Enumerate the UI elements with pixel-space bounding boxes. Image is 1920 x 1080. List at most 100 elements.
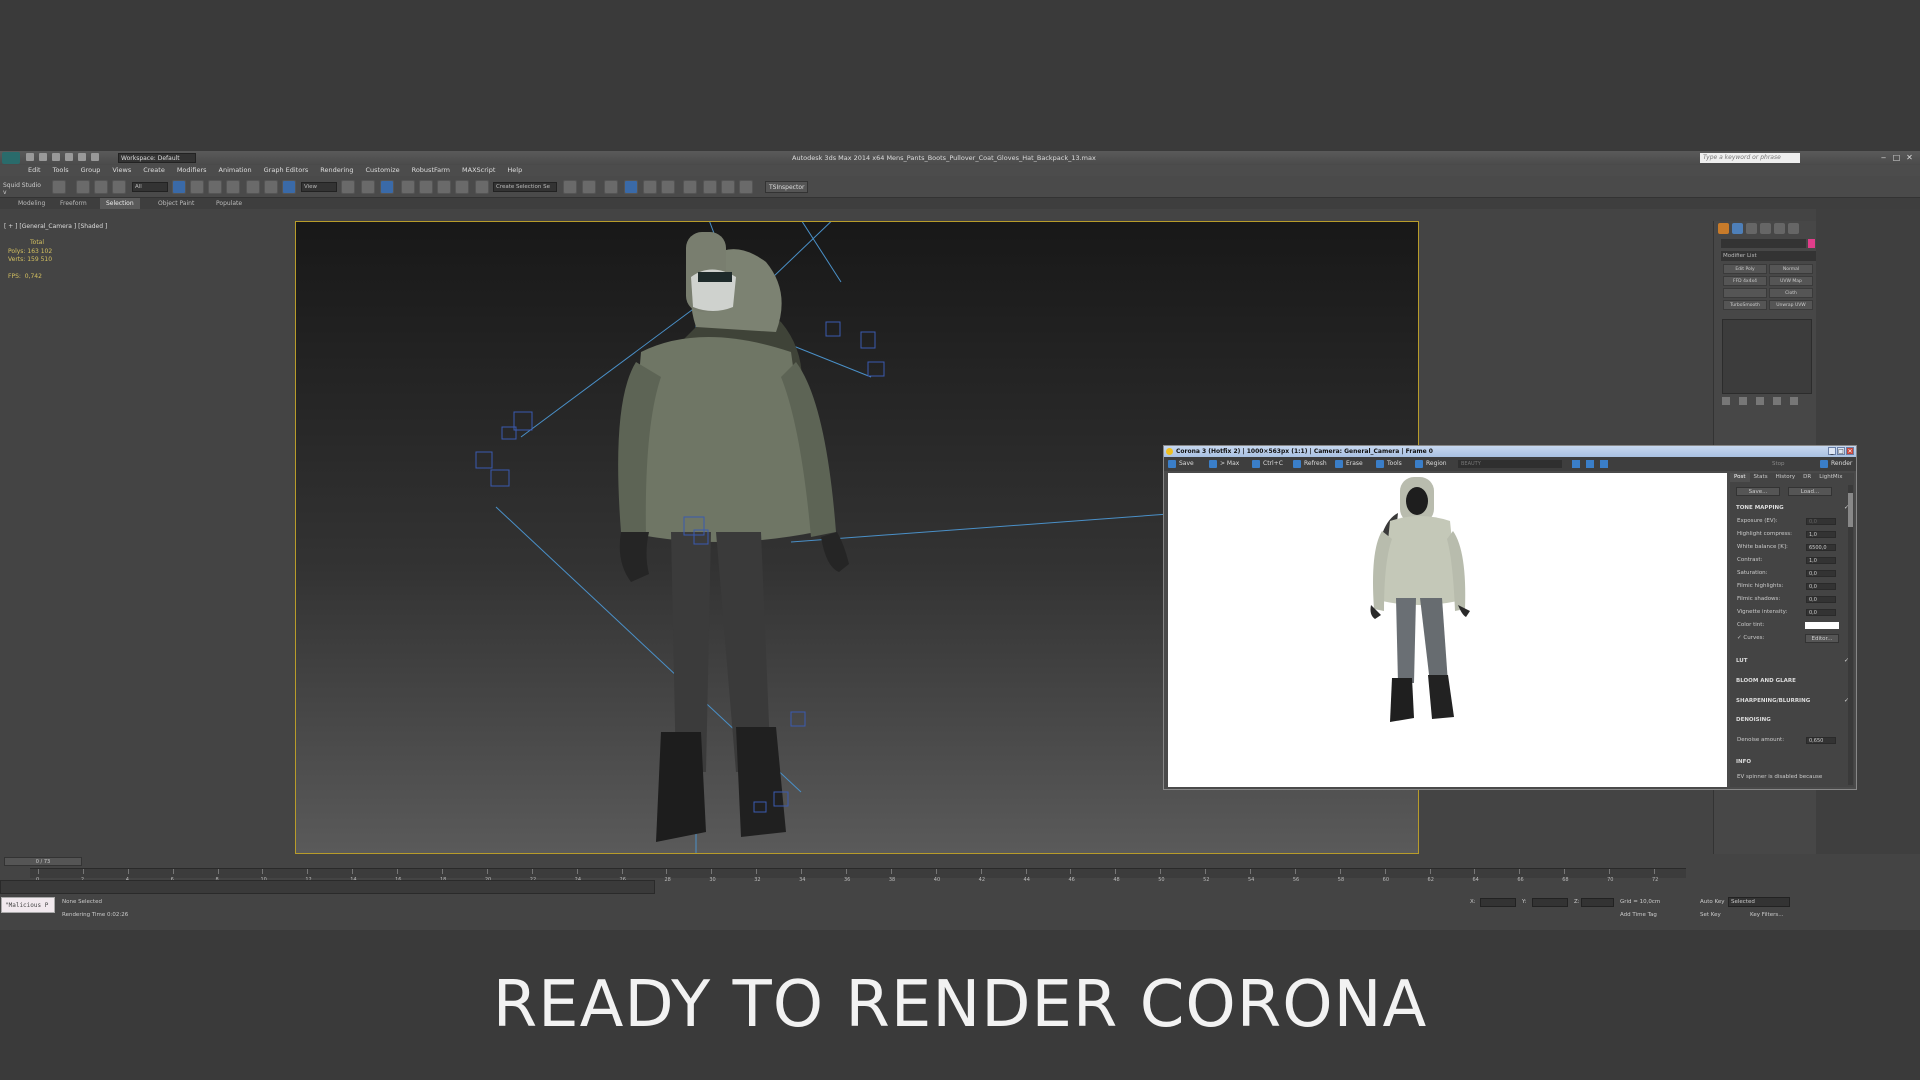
filmic-highlights-spinner[interactable]: 0,0 (1806, 583, 1836, 590)
tone-mapping-header[interactable]: TONE MAPPING (1736, 505, 1784, 511)
vfb-to-max-button[interactable]: > Max (1209, 457, 1239, 471)
workspace-dropdown[interactable]: Workspace: Default (118, 153, 196, 163)
modifier-button[interactable] (1723, 288, 1767, 298)
auto-key-button[interactable]: Auto Key (1700, 899, 1725, 905)
color-tint-swatch[interactable] (1805, 622, 1839, 629)
minimize-icon[interactable]: ‒ (1879, 153, 1888, 162)
menu-graph-editors[interactable]: Graph Editors (264, 165, 309, 176)
snaps-toggle-icon[interactable] (401, 180, 415, 194)
mirror-icon[interactable] (563, 180, 577, 194)
menu-group[interactable]: Group (81, 165, 101, 176)
set-key-button[interactable]: Set Key (1700, 912, 1721, 918)
maximize-icon[interactable]: □ (1892, 153, 1901, 162)
vfb-region-button[interactable]: Region (1415, 457, 1447, 471)
modifier-list-dropdown[interactable]: Modifier List (1721, 251, 1816, 261)
modifier-button[interactable]: Normal (1769, 264, 1813, 274)
modifier-button[interactable]: FFD 4x4x4 (1723, 276, 1767, 286)
keyword-search-input[interactable]: Type a keyword or phrase (1700, 153, 1800, 163)
vfb-tab-dr[interactable]: DR (1799, 473, 1815, 482)
schematic-view-icon[interactable] (661, 180, 675, 194)
render-setup-icon[interactable] (703, 180, 717, 194)
named-selection-dropdown[interactable]: Create Selection Se (493, 182, 557, 192)
object-name-field[interactable] (1721, 239, 1806, 248)
project-folder-icon[interactable] (91, 153, 99, 161)
menu-modifiers[interactable]: Modifiers (177, 165, 207, 176)
reference-coord-dropdown[interactable]: View (301, 182, 337, 192)
ribbon-tab-object-paint[interactable]: Object Paint (152, 198, 200, 209)
post-load-button[interactable]: Load... (1788, 487, 1832, 496)
vfb-save-button[interactable]: Save (1168, 457, 1194, 471)
vfb-stop-button[interactable]: Stop (1772, 460, 1785, 468)
save-icon[interactable] (52, 153, 60, 161)
sharpening-header[interactable]: SHARPENING/BLURRING (1736, 698, 1810, 704)
rendered-frame-window-icon[interactable] (721, 180, 735, 194)
ribbon-tab-freeform[interactable]: Freeform (54, 198, 93, 209)
menu-robustfarm[interactable]: RobustFarm (412, 165, 450, 176)
new-icon[interactable] (26, 153, 34, 161)
vfb-tab-lightmix[interactable]: LightMix (1815, 473, 1846, 482)
scroll-thumb[interactable] (1848, 493, 1853, 527)
menu-views[interactable]: Views (112, 165, 131, 176)
menu-tools[interactable]: Tools (53, 165, 69, 176)
layer-manager-icon[interactable] (604, 180, 618, 194)
denoise-amount-spinner[interactable]: 0,650 (1806, 737, 1836, 744)
menu-create[interactable]: Create (143, 165, 165, 176)
info-header[interactable]: INFO (1736, 759, 1751, 765)
configure-sets-icon[interactable] (1790, 397, 1798, 405)
pin-stack-icon[interactable] (1722, 397, 1730, 405)
pivot-center-icon[interactable] (341, 180, 355, 194)
modifier-button[interactable]: Cloth (1769, 288, 1813, 298)
modifier-button[interactable]: TurboSmooth (1723, 300, 1767, 310)
menu-rendering[interactable]: Rendering (320, 165, 353, 176)
vfb-tools-button[interactable]: Tools (1376, 457, 1402, 471)
x-coordinate-field[interactable] (1480, 898, 1516, 907)
modifier-button[interactable]: Unwrap UVW (1769, 300, 1813, 310)
create-tab-icon[interactable] (1718, 223, 1729, 234)
close-icon[interactable]: ✕ (1905, 153, 1914, 162)
remove-modifier-icon[interactable] (1773, 397, 1781, 405)
modifier-stack[interactable] (1722, 319, 1812, 394)
vfb-tab-post[interactable]: Post (1730, 473, 1750, 482)
unlink-icon[interactable] (94, 180, 108, 194)
close-icon[interactable]: ✕ (1846, 447, 1854, 455)
menu-animation[interactable]: Animation (219, 165, 252, 176)
utilities-tab-icon[interactable] (1788, 223, 1799, 234)
link-icon[interactable] (76, 180, 90, 194)
tsinspector-button[interactable]: TSInspector (765, 181, 809, 193)
percent-snap-icon[interactable] (437, 180, 451, 194)
menu-edit[interactable]: Edit (28, 165, 41, 176)
zoom-fit-icon[interactable] (1600, 460, 1608, 468)
menu-customize[interactable]: Customize (365, 165, 399, 176)
3dsmax-logo-icon[interactable] (2, 152, 20, 164)
vfb-copy-button[interactable]: Ctrl+C (1252, 457, 1283, 471)
zoom-out-icon[interactable] (1586, 460, 1594, 468)
key-set-dropdown[interactable]: Selected (1728, 897, 1790, 907)
time-slider[interactable]: 0 / 73 (4, 857, 82, 866)
modifier-button[interactable]: Edit Poly (1723, 264, 1767, 274)
curves-editor-button[interactable]: Editor... (1805, 634, 1839, 643)
corona-frame-buffer-window[interactable]: Corona 3 (Hotfix 2) | 1000×563px (1:1) |… (1163, 445, 1857, 790)
vfb-refresh-button[interactable]: Refresh (1293, 457, 1327, 471)
make-unique-icon[interactable] (1756, 397, 1764, 405)
z-coordinate-field[interactable] (1581, 898, 1614, 907)
undo-history-icon[interactable] (52, 180, 66, 194)
move-icon[interactable] (246, 180, 260, 194)
redo-icon[interactable] (78, 153, 86, 161)
angle-snap-icon[interactable] (419, 180, 433, 194)
vignette-spinner[interactable]: 0,0 (1806, 609, 1836, 616)
viewport-label[interactable]: [ + ] [General_Camera ] [Shaded ] (4, 223, 107, 230)
ribbon-tab-populate[interactable]: Populate (210, 198, 248, 209)
menu-help[interactable]: Help (507, 165, 522, 176)
vfb-tab-history[interactable]: History (1772, 473, 1800, 482)
saturation-spinner[interactable]: 0,0 (1806, 570, 1836, 577)
select-manipulate-icon[interactable] (361, 180, 375, 194)
bloom-glare-header[interactable]: BLOOM AND GLARE (1736, 678, 1796, 684)
spinner-snap-icon[interactable] (455, 180, 469, 194)
post-save-button[interactable]: Save... (1736, 487, 1780, 496)
contrast-spinner[interactable]: 1,0 (1806, 557, 1836, 564)
highlight-compress-spinner[interactable]: 1,0 (1806, 531, 1836, 538)
key-filters-button[interactable]: Key Filters... (1750, 912, 1783, 918)
zoom-in-icon[interactable] (1572, 460, 1580, 468)
graphite-toolbar-icon[interactable] (624, 180, 638, 194)
open-icon[interactable] (39, 153, 47, 161)
